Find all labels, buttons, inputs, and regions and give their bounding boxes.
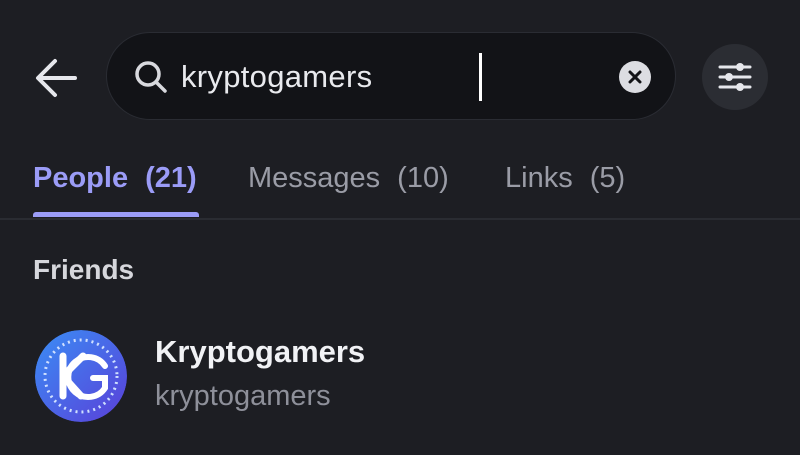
tab-count: (21) [145, 161, 197, 194]
avatar [35, 330, 127, 422]
close-icon [628, 70, 642, 84]
clear-search-button[interactable] [619, 61, 651, 93]
search-icon [135, 61, 167, 93]
tab-people[interactable]: People (21) [33, 148, 197, 208]
search-screen: People (21) Messages (10) Links (5) Frie… [0, 0, 800, 455]
arrow-left-icon [36, 59, 77, 97]
tab-label: People [33, 161, 129, 194]
result-display-name: Kryptogamers [155, 334, 366, 369]
text-caret [479, 53, 482, 101]
tab-messages[interactable]: Messages (10) [248, 148, 449, 208]
back-button[interactable] [28, 52, 84, 104]
tab-links[interactable]: Links (5) [505, 148, 625, 208]
search-bar[interactable] [106, 32, 676, 120]
tab-bar: People (21) Messages (10) Links (5) [0, 140, 800, 220]
tab-count: (5) [589, 161, 626, 194]
tab-label: Messages [248, 161, 381, 194]
result-row[interactable]: Kryptogamers kryptogamers [0, 318, 800, 428]
section-heading: Friends [33, 254, 135, 285]
filter-button[interactable] [702, 44, 768, 110]
tab-label: Links [505, 161, 573, 194]
sliders-icon [718, 63, 752, 91]
active-tab-indicator [33, 212, 199, 217]
search-input[interactable] [181, 53, 601, 101]
tab-count: (10) [397, 161, 449, 194]
result-username: kryptogamers [155, 380, 331, 412]
